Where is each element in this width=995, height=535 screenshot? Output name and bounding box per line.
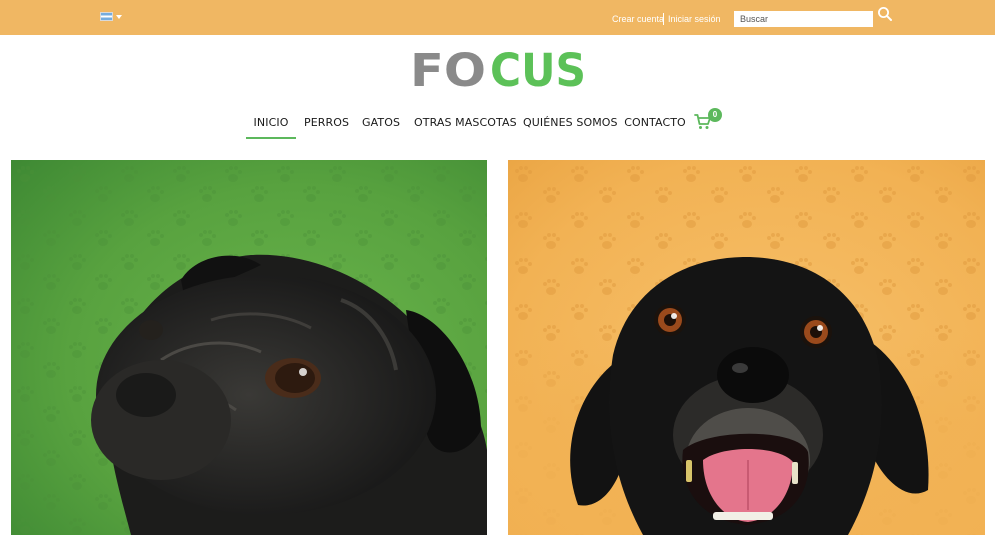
nav-item-label: PERROS xyxy=(304,116,350,129)
logo-text-gray: FO xyxy=(410,44,486,92)
nav-item-label: GATOS xyxy=(362,116,401,129)
search-button[interactable] xyxy=(877,6,893,22)
nav-item-label: CONTACTO xyxy=(624,116,686,129)
nav-item-otras-mascotas[interactable]: OTRAS MASCOTAS xyxy=(414,113,517,139)
search-input[interactable] xyxy=(734,11,873,27)
top-bar: Crear cuenta Iniciar sesión xyxy=(0,0,995,35)
nav-item-contacto[interactable]: CONTACTO xyxy=(624,113,686,139)
focus-logo[interactable]: FO CUS xyxy=(410,44,588,92)
argentina-flag-icon[interactable] xyxy=(100,12,113,21)
hero-image-pug[interactable] xyxy=(11,160,487,535)
nav-item-label: QUIÉNES SOMOS xyxy=(523,116,618,129)
nav-item-gatos[interactable]: GATOS xyxy=(362,113,400,139)
logo-text-green: CUS xyxy=(490,44,586,92)
nav-item-inicio[interactable]: INICIO xyxy=(246,113,296,139)
nav-item-label: INICIO xyxy=(253,116,289,129)
search-icon xyxy=(878,7,892,21)
hero-image-dog[interactable] xyxy=(508,160,985,535)
cart-button[interactable]: 0 xyxy=(694,108,724,130)
nav-item-quienes-somos[interactable]: QUIÉNES SOMOS xyxy=(523,113,618,139)
create-account-link[interactable]: Crear cuenta xyxy=(612,14,664,24)
link-divider xyxy=(663,13,664,25)
chevron-down-icon[interactable] xyxy=(116,15,122,19)
cart-count-badge: 0 xyxy=(708,108,722,122)
main-nav: INICIO PERROS GATOS OTRAS MASCOTAS QUIÉN… xyxy=(0,113,995,139)
nav-item-perros[interactable]: PERROS xyxy=(304,113,350,139)
login-link[interactable]: Iniciar sesión xyxy=(668,14,721,24)
nav-item-label: OTRAS MASCOTAS xyxy=(414,116,517,129)
